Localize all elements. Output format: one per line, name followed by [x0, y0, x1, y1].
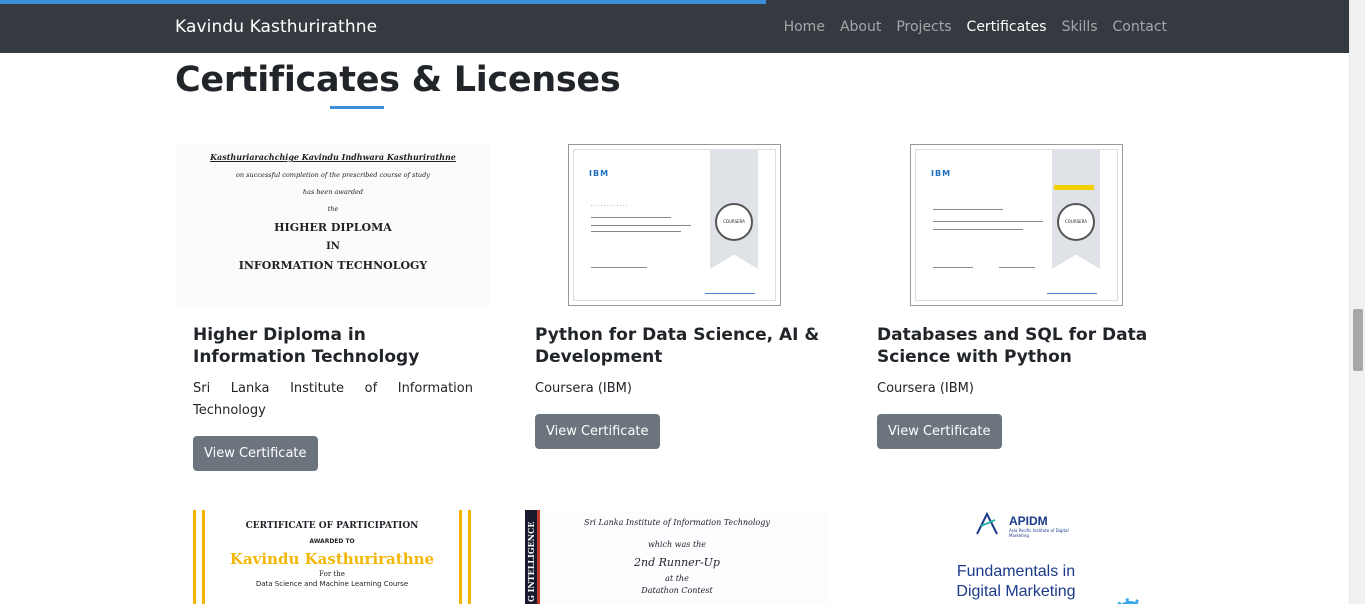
certificate-image-diploma: Kasthuriarachchige Kavindu Indhwara Kast…: [176, 144, 490, 306]
diploma-award: INFORMATION TECHNOLOGY: [238, 259, 428, 272]
runner-line: at the: [665, 574, 689, 583]
ibm-logo-icon: IBM: [931, 169, 952, 178]
signature-line: [999, 267, 1035, 268]
ibm-logo-icon: IBM: [589, 169, 610, 178]
view-certificate-button[interactable]: View Certificate: [193, 436, 318, 471]
signature-line: [591, 267, 647, 268]
certificate-title: Higher Diploma in Information Technology: [193, 325, 420, 367]
nav-about[interactable]: About: [840, 19, 881, 35]
nav-projects[interactable]: Projects: [896, 19, 951, 35]
signature-line: [933, 267, 973, 268]
certificate-issuer: Sri Lanka Institute of Information Techn…: [193, 381, 473, 418]
nav-links: Home About Projects Certificates Skills …: [784, 19, 1167, 35]
diploma-line: the: [327, 205, 339, 213]
runner-line: which was the: [647, 540, 707, 549]
border-decoration: [459, 510, 471, 604]
certificate-image-participation: CERTIFICATE OF PARTICIPATION AWARDED TO …: [193, 510, 471, 604]
participation-heading: CERTIFICATE OF PARTICIPATION: [245, 521, 419, 531]
side-banner: G INTELLIGENCE: [525, 510, 540, 604]
yellow-label: [1054, 185, 1094, 190]
view-certificate-button[interactable]: View Certificate: [535, 414, 660, 449]
seal-icon: COURSERA: [715, 203, 753, 241]
diploma-line: has been awarded: [302, 188, 364, 196]
brand-link[interactable]: Kavindu Kasthurirathne: [175, 17, 377, 37]
certificate-line: [933, 209, 1003, 210]
runner-institute: Sri Lanka Institute of Information Techn…: [584, 518, 770, 527]
border-decoration: [193, 510, 205, 604]
certificate-line: [591, 231, 681, 232]
badge-icon: [1113, 598, 1147, 604]
diploma-award: HIGHER DIPLOMA: [274, 221, 392, 234]
certificate-issuer: Coursera (IBM): [877, 381, 974, 396]
page-scrollbar[interactable]: [1349, 0, 1365, 604]
certificate-image-runner-up: G INTELLIGENCE Sri Lanka Institute of In…: [525, 510, 829, 604]
participation-for: For the: [319, 570, 345, 578]
apidm-subtitle: Asia Pacific Institute of Digital Market…: [1009, 528, 1069, 538]
participation-name: Kavindu Kasthurirathne: [229, 550, 435, 568]
apidm-logo-icon: [976, 512, 998, 535]
scrollbar-thumb[interactable]: [1353, 309, 1363, 371]
participation-awarded: AWARDED TO: [309, 538, 355, 545]
side-banner-text: G INTELLIGENCE: [526, 521, 536, 602]
certificate-line: [933, 229, 1023, 230]
certificate-image-python: IBM · · · · · · · · · · · · COURSERA: [568, 144, 781, 306]
runner-place: 2nd Runner-Up: [634, 556, 720, 569]
section-title: Certificates & Licenses: [175, 60, 621, 100]
participation-course: Data Science and Machine Learning Course: [255, 580, 409, 588]
verify-link-line: [1047, 293, 1097, 294]
certificate-text-line: · · · · · · · · · · · ·: [591, 203, 628, 209]
apidm-title: Fundamentals in Digital Marketing: [956, 563, 1076, 600]
apidm-name: APIDM: [1009, 514, 1048, 528]
scroll-progress-bar: [0, 0, 766, 4]
runner-line: Datathon Contest: [641, 586, 713, 595]
nav-skills[interactable]: Skills: [1062, 19, 1098, 35]
certificate-line: [933, 221, 1043, 222]
certificate-line: [591, 225, 691, 226]
view-certificate-button[interactable]: View Certificate: [877, 414, 1002, 449]
certificate-issuer: Coursera (IBM): [535, 381, 632, 396]
diploma-award: IN: [326, 241, 340, 252]
nav-contact[interactable]: Contact: [1113, 19, 1167, 35]
seal-icon: COURSERA: [1057, 203, 1095, 241]
certificate-title: Python for Data Science, AI & Developmen…: [535, 325, 820, 367]
certificate-line: [591, 217, 671, 218]
verify-link-line: [705, 293, 755, 294]
certificate-image-sql: IBM COURSERA: [910, 144, 1123, 306]
certificate-title: Databases and SQL for Data Science with …: [877, 325, 1148, 367]
certificate-image-apidm: APIDM Asia Pacific Institute of Digital …: [877, 510, 1155, 604]
nav-home[interactable]: Home: [784, 19, 825, 35]
title-underline: [330, 106, 384, 109]
diploma-recipient: Kasthuriarachchige Kavindu Indhwara Kast…: [210, 152, 456, 162]
navbar: Kavindu Kasthurirathne Home About Projec…: [0, 0, 1349, 53]
nav-certificates[interactable]: Certificates: [967, 19, 1047, 35]
diploma-line: on successful completion of the prescrib…: [236, 171, 430, 179]
